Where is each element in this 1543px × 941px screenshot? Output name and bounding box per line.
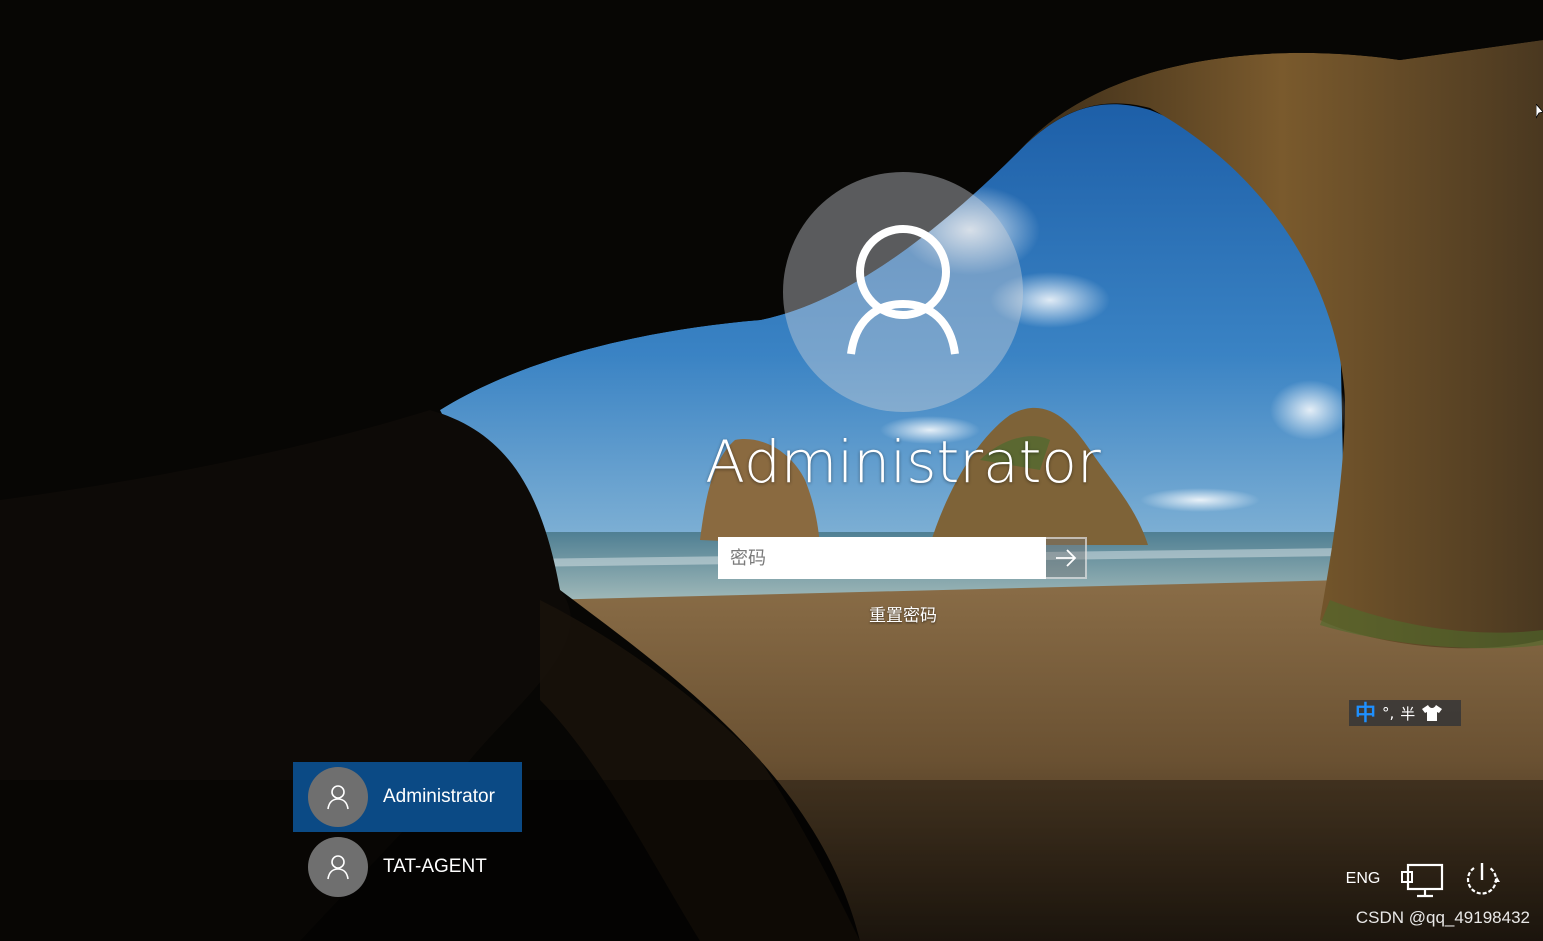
user-avatar-small [308, 767, 368, 827]
mouse-cursor-icon [1536, 104, 1543, 119]
shirt-icon[interactable] [1421, 704, 1443, 722]
power-icon [1466, 863, 1500, 895]
password-input[interactable] [718, 537, 1046, 579]
network-button[interactable] [1400, 862, 1446, 900]
user-silhouette-icon [327, 855, 349, 880]
user-tile-label: TAT-AGENT [383, 856, 487, 877]
power-button[interactable] [1460, 860, 1504, 900]
ime-punctuation-toggle[interactable]: °, [1382, 704, 1394, 722]
ime-width-toggle[interactable]: 半 [1400, 703, 1415, 724]
ime-status-bar[interactable]: 中 °, 半 [1349, 700, 1461, 726]
lock-screen: Administrator 重置密码 Administrator TAT-AGE… [0, 0, 1543, 941]
input-language-button[interactable]: ENG [1338, 870, 1388, 888]
user-tile-label: Administrator [383, 786, 495, 807]
user-silhouette-icon [847, 225, 959, 355]
network-monitor-icon [1401, 863, 1444, 898]
user-tile-administrator[interactable]: Administrator [293, 762, 522, 832]
user-avatar-small [308, 837, 368, 897]
user-avatar-large [783, 172, 1023, 412]
account-name: Administrator [705, 428, 1101, 496]
arrow-right-icon [1055, 549, 1076, 567]
ime-mode-toggle[interactable]: 中 [1355, 702, 1376, 724]
reset-password-link[interactable]: 重置密码 [803, 601, 1003, 626]
user-tile-tat-agent[interactable]: TAT-AGENT [293, 832, 522, 902]
user-silhouette-icon [327, 785, 349, 810]
submit-button[interactable] [1046, 537, 1087, 579]
password-box [718, 537, 1087, 579]
watermark: CSDN @qq_49198432 [1355, 908, 1530, 927]
